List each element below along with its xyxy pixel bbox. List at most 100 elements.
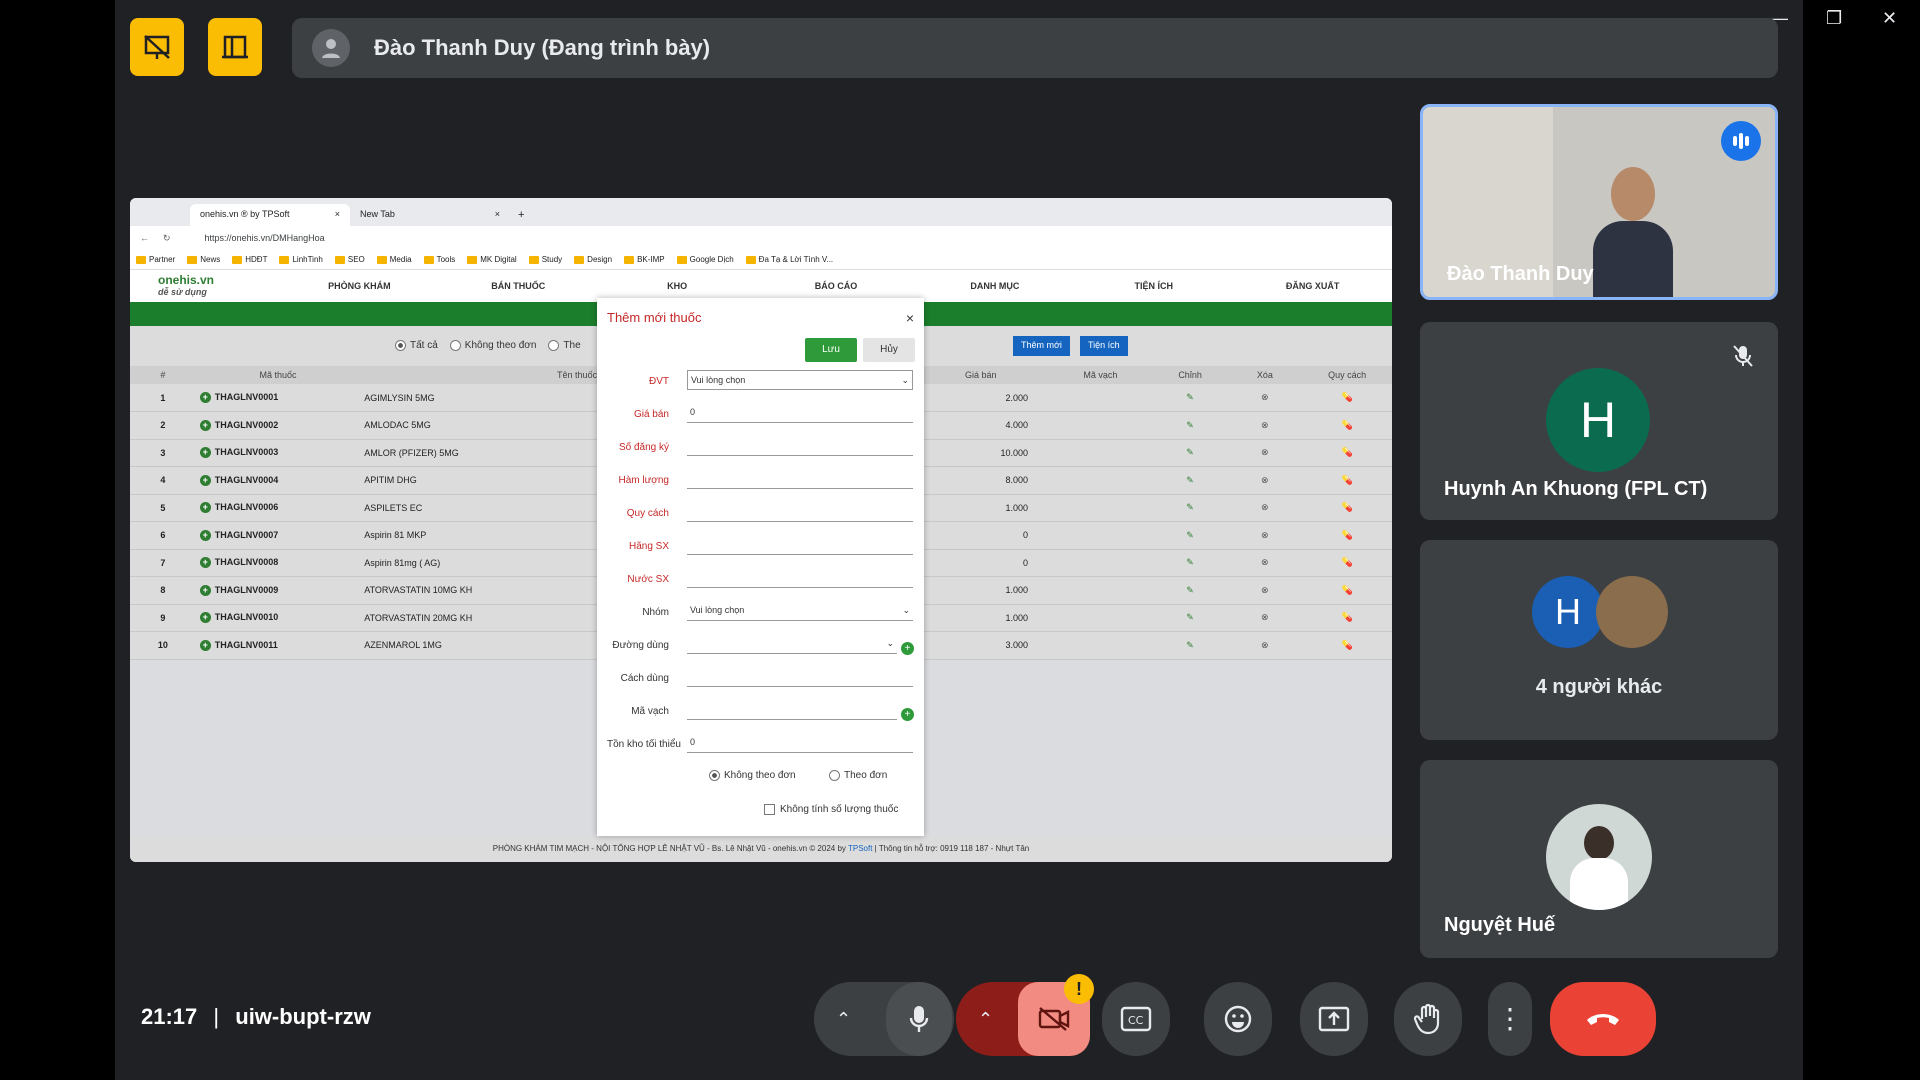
stop-presenting-icon-button[interactable] bbox=[130, 18, 184, 76]
input-gia-ban[interactable]: 0 bbox=[687, 403, 913, 423]
delete-icon[interactable]: ⊗ bbox=[1227, 604, 1303, 632]
reload-icon[interactable]: ↻ bbox=[163, 233, 171, 244]
column-header[interactable]: # bbox=[130, 366, 196, 384]
participant-tile-nguyet-hue[interactable]: Nguyệt Huế bbox=[1420, 760, 1778, 958]
reactions-button[interactable] bbox=[1204, 982, 1272, 1056]
edit-icon[interactable]: ✎ bbox=[1152, 604, 1228, 632]
expand-icon[interactable]: + bbox=[199, 392, 211, 403]
present-screen-button[interactable] bbox=[1300, 982, 1368, 1056]
input-nuoc-sx[interactable] bbox=[687, 568, 913, 588]
save-button[interactable]: Lưu bbox=[805, 338, 857, 362]
medicine-code[interactable]: + THAGLNV0009 bbox=[195, 576, 361, 605]
edit-icon[interactable]: ✎ bbox=[1152, 439, 1228, 467]
expand-icon[interactable]: + bbox=[199, 639, 211, 651]
expand-icon[interactable]: + bbox=[199, 557, 211, 569]
checkbox-no-count[interactable]: Không tính số lượng thuốc bbox=[764, 804, 898, 815]
expand-icon[interactable]: + bbox=[199, 584, 211, 596]
pill-icon[interactable]: 💊 bbox=[1302, 439, 1392, 467]
close-tab-icon[interactable]: × bbox=[495, 209, 500, 221]
bookmark-item[interactable]: MK Digital bbox=[467, 255, 516, 264]
captions-button[interactable]: CC bbox=[1102, 982, 1170, 1056]
bookmark-item[interactable]: News bbox=[187, 255, 220, 264]
bookmark-item[interactable]: SEO bbox=[335, 255, 365, 264]
chevron-up-icon[interactable]: ⌃ bbox=[978, 1009, 993, 1030]
add-ma-vach-icon[interactable]: + bbox=[901, 708, 914, 721]
pill-icon[interactable]: 💊 bbox=[1302, 494, 1392, 522]
bookmark-item[interactable]: Tools bbox=[424, 255, 456, 264]
bookmark-item[interactable]: Google Dịch bbox=[677, 255, 734, 264]
nav-ban-thuoc[interactable]: BÁN THUỐC bbox=[439, 281, 598, 291]
pill-icon[interactable]: 💊 bbox=[1302, 604, 1392, 632]
radio-rx[interactable]: Theo đơn bbox=[829, 770, 887, 781]
column-header[interactable]: Mã vạch bbox=[1048, 366, 1153, 384]
delete-icon[interactable]: ⊗ bbox=[1227, 466, 1303, 495]
medicine-code[interactable]: + THAGLNV0008 bbox=[195, 549, 361, 577]
input-so-dang-ky[interactable] bbox=[687, 436, 913, 456]
leave-call-button[interactable] bbox=[1550, 982, 1656, 1056]
more-options-button[interactable]: ⋮ bbox=[1488, 982, 1532, 1056]
filter-all[interactable]: Tất cả bbox=[395, 340, 438, 352]
delete-icon[interactable]: ⊗ bbox=[1227, 521, 1303, 550]
edit-icon[interactable]: ✎ bbox=[1152, 384, 1228, 412]
nav-bao-cao[interactable]: BÁO CÁO bbox=[757, 281, 916, 291]
expand-icon[interactable]: + bbox=[199, 419, 211, 431]
delete-icon[interactable]: ⊗ bbox=[1227, 576, 1303, 605]
input-hang-sx[interactable] bbox=[687, 535, 913, 555]
camera-control[interactable]: ⌃ ! bbox=[956, 974, 1094, 1056]
pill-icon[interactable]: 💊 bbox=[1302, 411, 1392, 440]
back-icon[interactable]: ← bbox=[140, 233, 149, 243]
edit-icon[interactable]: ✎ bbox=[1152, 521, 1228, 550]
filter-no-rx[interactable]: Không theo đơn bbox=[449, 340, 536, 352]
medicine-code[interactable]: + THAGLNV0010 bbox=[195, 604, 361, 632]
nav-kho[interactable]: KHO bbox=[598, 281, 757, 291]
medicine-code[interactable]: + THAGLNV0002 bbox=[195, 411, 361, 440]
delete-icon[interactable]: ⊗ bbox=[1227, 439, 1303, 467]
delete-icon[interactable]: ⊗ bbox=[1227, 384, 1303, 412]
column-header[interactable]: Chỉnh bbox=[1152, 366, 1228, 384]
bookmark-item[interactable]: Study bbox=[529, 255, 562, 264]
select-dvt[interactable]: Vui lòng chọn ⌄ bbox=[687, 370, 913, 390]
medicine-code[interactable]: + THAGLNV0011 bbox=[195, 631, 361, 660]
bookmark-item[interactable]: HDĐT bbox=[232, 255, 267, 264]
layout-button[interactable] bbox=[208, 18, 262, 76]
column-header[interactable]: Quy cách bbox=[1302, 366, 1392, 384]
restore-button[interactable]: ❐ bbox=[1826, 8, 1842, 29]
column-header[interactable]: Xóa bbox=[1227, 366, 1303, 384]
edit-icon[interactable]: ✎ bbox=[1152, 576, 1228, 605]
add-duong-dung-icon[interactable]: + bbox=[901, 642, 914, 655]
expand-icon[interactable]: + bbox=[199, 474, 211, 486]
chevron-up-icon[interactable]: ⌃ bbox=[836, 1009, 851, 1030]
url-field[interactable]: https://onehis.vn/DMHangHoa bbox=[205, 233, 325, 243]
pill-icon[interactable]: 💊 bbox=[1302, 576, 1392, 605]
delete-icon[interactable]: ⊗ bbox=[1227, 631, 1303, 660]
pill-icon[interactable]: 💊 bbox=[1302, 384, 1392, 412]
column-header[interactable]: Mã thuốc bbox=[195, 366, 361, 384]
bookmark-item[interactable]: Đa Tạ & Lời Tình V... bbox=[746, 255, 833, 264]
footer-link[interactable]: TPSoft bbox=[848, 844, 872, 853]
edit-icon[interactable]: ✎ bbox=[1152, 631, 1228, 660]
nav-dang-xuat[interactable]: ĐĂNG XUẤT bbox=[1233, 281, 1392, 291]
delete-icon[interactable]: ⊗ bbox=[1227, 411, 1303, 440]
raise-hand-button[interactable] bbox=[1394, 982, 1462, 1056]
browser-tab-onehis[interactable]: onehis.vn ® by TPSoft × bbox=[190, 204, 350, 226]
participant-tile-huynh-an-khuong[interactable]: H Huynh An Khuong (FPL CT) bbox=[1420, 322, 1778, 520]
expand-icon[interactable]: + bbox=[199, 502, 211, 514]
utilities-button[interactable]: Tiện ích bbox=[1080, 336, 1128, 356]
pill-icon[interactable]: 💊 bbox=[1302, 549, 1392, 577]
close-tab-icon[interactable]: × bbox=[335, 209, 340, 221]
bookmark-item[interactable]: Media bbox=[377, 255, 412, 264]
cancel-button[interactable]: Hủy bbox=[863, 338, 915, 362]
new-tab-button[interactable]: + bbox=[510, 204, 532, 226]
participant-tile-others[interactable]: H 4 người khác bbox=[1420, 540, 1778, 740]
expand-icon[interactable]: + bbox=[199, 612, 211, 624]
radio-no-rx[interactable]: Không theo đơn bbox=[709, 770, 796, 781]
bookmark-item[interactable]: LinhTinh bbox=[279, 255, 322, 264]
expand-icon[interactable]: + bbox=[199, 529, 211, 541]
edit-icon[interactable]: ✎ bbox=[1152, 411, 1228, 440]
bookmark-item[interactable]: Design bbox=[574, 255, 612, 264]
nav-phong-kham[interactable]: PHÒNG KHÁM bbox=[280, 281, 439, 291]
expand-icon[interactable]: + bbox=[199, 447, 211, 459]
onehis-logo[interactable]: onehis.vn dễ sử dụng bbox=[130, 274, 280, 298]
input-ma-vach[interactable] bbox=[687, 700, 897, 720]
select-nhom[interactable]: Vui lòng chọn ⌄ bbox=[687, 601, 913, 621]
